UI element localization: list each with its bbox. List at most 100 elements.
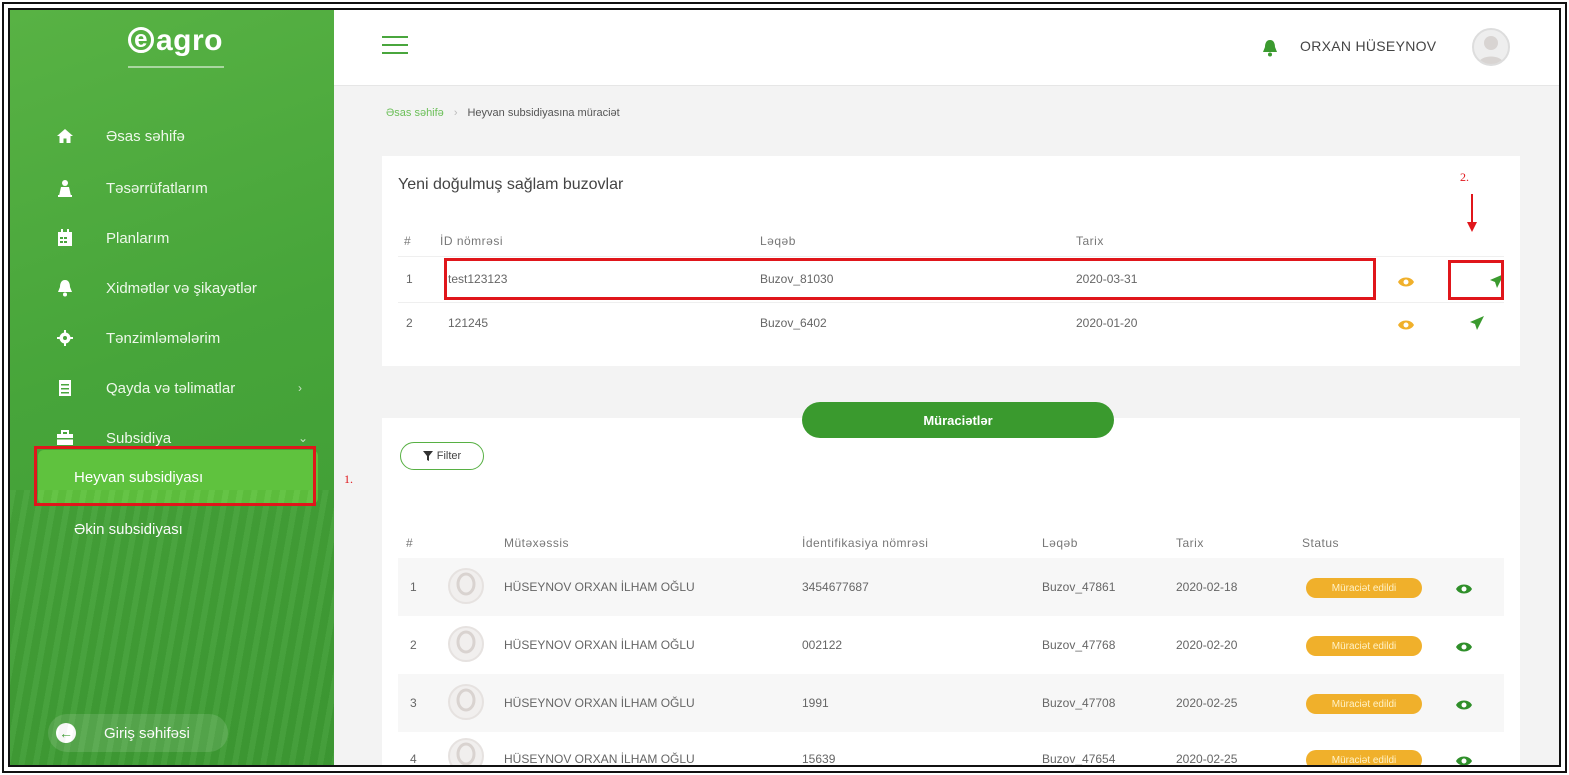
bell-icon [56, 279, 74, 297]
annotation-arrow [1467, 194, 1477, 232]
specialist-avatar [448, 568, 484, 604]
sidebar-item-home[interactable]: Əsas səhifə [10, 116, 334, 156]
calf-name: Buzov_47708 [1042, 696, 1116, 710]
applications-tab-button[interactable]: Müraciətlər [802, 402, 1114, 438]
briefcase-icon [56, 429, 74, 447]
sidebar-item-label: Planlarım [106, 229, 170, 247]
specialist-avatar [448, 626, 484, 662]
calf-name: Buzov_47861 [1042, 580, 1116, 594]
row-num: 3 [410, 696, 417, 710]
col-header-ident: İdentifikasiya nömrəsi [802, 536, 929, 550]
calves-card: Yeni doğulmuş sağlam buzovlar 2. # İD nö… [382, 156, 1520, 366]
sidebar-item-services[interactable]: Xidmətlər və şikayətlər [10, 268, 334, 308]
view-eye-icon[interactable] [1456, 640, 1472, 652]
calf-num: 1 [406, 272, 413, 286]
highlight-box-row1 [444, 258, 1376, 300]
view-eye-icon[interactable] [1398, 275, 1414, 287]
col-header-id: İD nömrəsi [440, 234, 504, 248]
filter-funnel-icon [422, 451, 433, 461]
divider [398, 256, 1504, 257]
logo-e: e [128, 27, 154, 53]
view-eye-icon[interactable] [1456, 698, 1472, 710]
filter-button[interactable]: Filter [400, 442, 484, 470]
notification-bell-icon[interactable] [1262, 39, 1278, 57]
specialist-avatar [448, 738, 484, 765]
login-page-label: Giriş səhifəsi [104, 724, 190, 742]
login-page-button[interactable]: ← Giriş səhifəsi [48, 714, 228, 752]
calendar-icon [56, 229, 74, 247]
sidebar-subitem-crop-subsidy[interactable]: Əkin subsidiyası [38, 502, 318, 556]
date: 2020-02-25 [1176, 696, 1238, 710]
sidebar-item-plans[interactable]: Planlarım [10, 218, 334, 258]
sidebar-item-label: Qayda və təlimatlar [106, 379, 236, 397]
chevron-down-icon: ⌄ [298, 431, 309, 445]
farmer-icon [56, 179, 74, 197]
ident-number: 15639 [802, 752, 836, 766]
row-num: 1 [410, 580, 417, 594]
breadcrumb-home-link[interactable]: Əsas səhifə [386, 107, 444, 119]
user-name[interactable]: ORXAN HÜSEYNOV [1300, 38, 1436, 54]
app-window: e agro Əsas səhifə Təsərrüfatlarım Planla… [8, 8, 1561, 767]
menu-toggle-icon[interactable] [382, 36, 408, 56]
sidebar-subitem-label: Əkin subsidiyası [74, 520, 183, 538]
annotation-step2: 2. [1460, 170, 1469, 184]
breadcrumb: Əsas səhifə › Heyvan subsidiyasına mürac… [386, 107, 620, 119]
specialist-avatar [448, 684, 484, 720]
highlight-box-step1 [34, 446, 316, 506]
sidebar-item-label: Təsərrüfatlarım [106, 179, 208, 197]
sidebar-item-farms[interactable]: Təsərrüfatlarım [10, 168, 334, 208]
breadcrumb-separator: › [453, 107, 458, 119]
sidebar: e agro Əsas səhifə Təsərrüfatlarım Planla… [10, 10, 334, 765]
sidebar-item-rules[interactable]: Qayda və təlimatlar › [10, 368, 334, 408]
sidebar-item-label: Subsidiya [106, 429, 172, 447]
annotation-step1: 1. [344, 472, 353, 486]
status-badge: Müraciət edildi [1306, 694, 1422, 714]
col-header-num: # [406, 536, 414, 550]
topbar: ORXAN HÜSEYNOV [334, 10, 1559, 86]
view-eye-icon[interactable] [1398, 318, 1414, 330]
ident-number: 002122 [802, 638, 843, 652]
specialist-name: HÜSEYNOV ORXAN İLHAM OĞLU [504, 696, 695, 710]
calf-name: Buzov_6402 [760, 316, 827, 330]
ident-number: 1991 [802, 696, 829, 710]
specialist-name: HÜSEYNOV ORXAN İLHAM OĞLU [504, 752, 695, 766]
col-header-date: Tarix [1076, 234, 1104, 248]
filter-label: Filter [436, 450, 462, 462]
col-header-date: Tarix [1176, 536, 1204, 550]
divider [398, 302, 1504, 303]
date: 2020-02-25 [1176, 752, 1238, 766]
specialist-name: HÜSEYNOV ORXAN İLHAM OĞLU [504, 580, 695, 594]
sidebar-item-settings[interactable]: Tənzimləmələrim [10, 318, 334, 358]
sidebar-item-label: Əsas səhifə [106, 127, 185, 145]
calf-num: 2 [406, 316, 413, 330]
applications-card: Müraciətlər Filter # Mütəxəssis İdentifi… [382, 402, 1520, 766]
status-badge: Müraciət edildi [1306, 636, 1422, 656]
row-num: 4 [410, 752, 417, 766]
logo-underline [128, 66, 224, 68]
logo[interactable]: e agro [128, 24, 223, 58]
status-badge: Müraciət edildi [1306, 750, 1422, 765]
calves-card-title: Yeni doğulmuş sağlam buzovlar [398, 176, 624, 193]
col-header-specialist: Mütəxəssis [504, 536, 570, 550]
send-paper-plane-icon[interactable] [1470, 316, 1484, 330]
specialist-name: HÜSEYNOV ORXAN İLHAM OĞLU [504, 638, 695, 652]
calf-name: Buzov_47654 [1042, 752, 1116, 766]
arrow-left-icon: ← [56, 723, 76, 743]
chevron-right-icon: › [298, 381, 302, 395]
col-header-status: Status [1302, 536, 1340, 550]
sidebar-item-label: Xidmətlər və şikayətlər [106, 279, 257, 297]
document-icon [56, 379, 74, 397]
view-eye-icon[interactable] [1456, 754, 1472, 765]
calf-id: 121245 [448, 316, 489, 330]
highlight-box-step2 [1448, 260, 1504, 300]
calf-name: Buzov_47768 [1042, 638, 1116, 652]
sidebar-item-label: Tənzimləmələrim [106, 329, 221, 347]
col-header-num: # [404, 234, 412, 248]
breadcrumb-current: Heyvan subsidiyasına müraciət [467, 107, 620, 119]
col-header-name: Ləqəb [760, 234, 796, 248]
user-avatar[interactable] [1472, 28, 1510, 66]
home-icon [56, 127, 74, 145]
view-eye-icon[interactable] [1456, 582, 1472, 594]
date: 2020-02-18 [1176, 580, 1238, 594]
logo-text: agro [156, 24, 224, 57]
